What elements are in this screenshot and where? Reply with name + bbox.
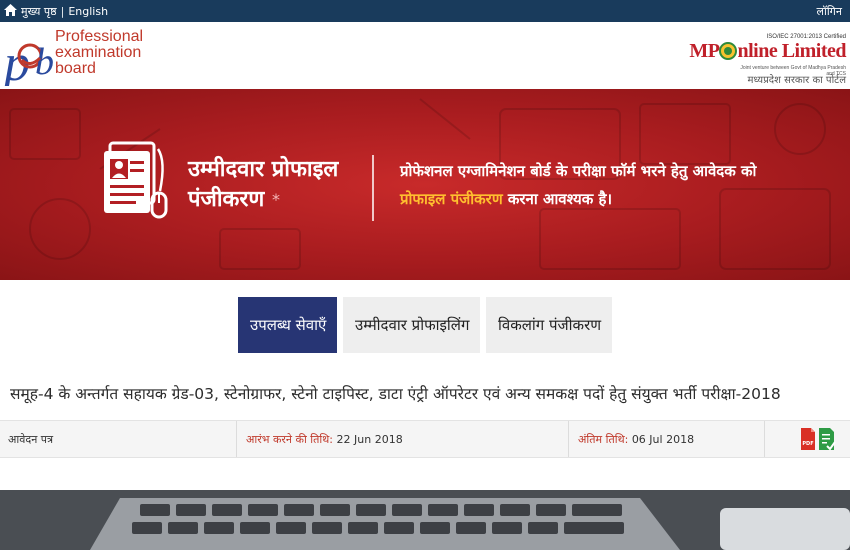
home-label: मुख्य पृष्ठ [21, 4, 57, 18]
globe-icon [719, 42, 738, 66]
service-tabs: उपलब्ध सेवाएँ उम्मीदवार प्रोफाइलिंग विकल… [0, 280, 850, 366]
required-star: * [272, 190, 280, 209]
pdf-icon[interactable]: PDF [800, 427, 816, 454]
divider [568, 421, 569, 457]
start-date-value: 22 Jun 2018 [336, 432, 403, 446]
peb-line-3: board [55, 60, 96, 77]
apply-form-icon[interactable] [818, 427, 836, 454]
banner-desc-highlight: प्रोफाइल पंजीकरण [400, 190, 503, 208]
mp-govt-text: मध्यप्रदेश सरकार का पोर्टल [747, 75, 846, 86]
banner-title: उम्मीदवार प्रोफाइल पंजीकरण * [188, 155, 338, 215]
notice-actions: PDF [800, 427, 836, 454]
bottom-photo-banner [0, 490, 850, 550]
mp-title-rest: nline Limited [737, 40, 846, 62]
notice-area: समूह-4 के अन्तर्गत सहायक ग्रेड-03, स्टेन… [0, 366, 850, 490]
start-date-cell: आरंभ करने की तिथि: 22 Jun 2018 [246, 421, 403, 457]
mp-title-prefix: MP [689, 40, 720, 62]
peb-line-1: Professional [55, 28, 144, 45]
banner-desc-line-2: करना आवश्यक है। [502, 190, 613, 208]
notice-row: आवेदन पत्र आरंभ करने की तिथि: 22 Jun 201… [0, 420, 850, 458]
peb-logo[interactable]: p b Professional examination board [0, 22, 160, 89]
divider [236, 421, 237, 457]
end-date-value: 06 Jul 2018 [631, 432, 695, 446]
start-date-label: आरंभ करने की तिथि: [246, 432, 334, 446]
notice-title[interactable]: समूह-4 के अन्तर्गत सहायक ग्रेड-03, स्टेन… [10, 382, 842, 404]
tab-available-services[interactable]: उपलब्ध सेवाएँ [238, 297, 337, 353]
header: p b Professional examination board ISO/I… [0, 22, 850, 89]
pdf-icon-text: PDF [802, 441, 813, 447]
home-icon [4, 3, 17, 19]
svg-text:p: p [4, 35, 30, 86]
banner-desc-line-1: प्रोफेशनल एग्जामिनेशन बोर्ड के परीक्षा फ… [400, 162, 757, 180]
separator: | [60, 4, 65, 18]
tab-candidate-profiling[interactable]: उम्मीदवार प्रोफाइलिंग [343, 297, 480, 353]
banner-title-line-1: उम्मीदवार प्रोफाइल [188, 157, 339, 182]
tab-disabled-registration[interactable]: विकलांग पंजीकरण [486, 297, 612, 353]
banner-description: प्रोफेशनल एग्जामिनेशन बोर्ड के परीक्षा फ… [400, 157, 756, 213]
top-bar: मुख्य पृष्ठ | English लॉगिन [0, 0, 850, 22]
mp-title: MP nline Limited [689, 40, 846, 66]
home-link[interactable]: मुख्य पृष्ठ [4, 3, 57, 19]
peb-line-2: examination [55, 44, 142, 61]
divider [764, 421, 765, 457]
english-link[interactable]: English [68, 5, 108, 18]
notice-type: आवेदन पत्र [8, 432, 54, 446]
end-date-label: अंतिम तिथि: [578, 432, 629, 446]
laptop-photo [0, 490, 850, 550]
profile-form-icon [104, 141, 168, 219]
page: मुख्य पृष्ठ | English लॉगिन p b Professi… [0, 0, 850, 550]
banner-title-line-2: पंजीकरण [188, 187, 265, 212]
peb-name: Professional examination board [55, 29, 143, 77]
end-date-cell: अंतिम तिथि: 06 Jul 2018 [578, 421, 694, 457]
mponline-logo[interactable]: ISO/IEC 27001:2013 Certified MP nline Lim… [680, 22, 850, 89]
login-link[interactable]: लॉगिन [817, 4, 842, 19]
hero-banner: उम्मीदवार प्रोफाइल पंजीकरण * प्रोफेशनल ए… [0, 89, 850, 280]
banner-divider [372, 155, 374, 221]
svg-text:b: b [35, 41, 54, 83]
